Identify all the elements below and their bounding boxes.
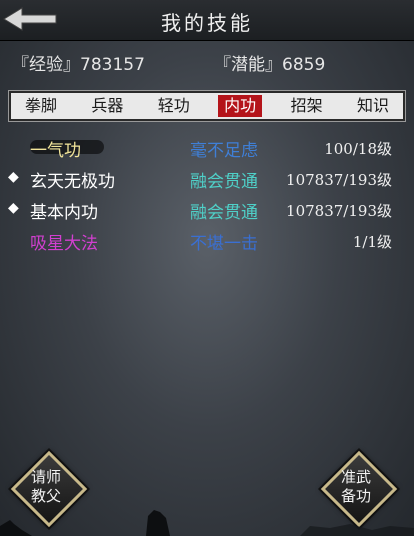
skill-level: 1/1级 [352, 233, 392, 251]
skill-grade: 融会贯通 [190, 203, 258, 223]
tab-knowledge[interactable]: 知识 [351, 95, 395, 117]
skill-row[interactable]: 一气功 毫不足虑 100/18级 [0, 134, 414, 165]
title-bar: 我的技能 [0, 0, 414, 41]
skill-grade: 融会贯通 [190, 172, 258, 192]
stats-bar: 『经验』783157 『潜能』6859 [0, 50, 414, 75]
experience-label: 『经验』 [12, 55, 80, 75]
skill-grade: 毫不足虑 [190, 141, 258, 161]
experience-stat: 『经验』783157 [12, 50, 145, 75]
potential-label: 『潜能』 [214, 55, 282, 75]
skill-name: 吸星大法 [30, 234, 98, 254]
skill-level: 107837/193级 [286, 171, 392, 189]
skill-name: 基本内功 [30, 203, 98, 223]
skill-grade: 不堪一击 [190, 234, 258, 254]
tab-parry[interactable]: 招架 [285, 95, 329, 117]
skill-list: 一气功 毫不足虑 100/18级 ◆ 玄天无极功 融会贯通 107837/193… [0, 134, 414, 258]
ask-master-line1: 请师 [30, 468, 61, 486]
tab-lightness[interactable]: 轻功 [152, 95, 196, 117]
potential-value: 6859 [282, 55, 326, 75]
diamond-bullet-icon: ◆ [8, 200, 19, 216]
tab-weapon[interactable]: 兵器 [85, 95, 129, 117]
skill-category-tabs: 拳脚 兵器 轻功 内功 招架 知识 [8, 90, 406, 122]
tab-fist[interactable]: 拳脚 [19, 95, 63, 117]
skill-row[interactable]: ◆ 基本内功 融会贯通 107837/193级 [0, 196, 414, 227]
skill-row[interactable]: 吸星大法 不堪一击 1/1级 [0, 227, 414, 258]
page-title: 我的技能 [161, 11, 253, 35]
potential-stat: 『潜能』6859 [214, 50, 325, 75]
skill-level: 107837/193级 [286, 202, 392, 220]
prepare-skill-line1: 准武 [340, 468, 371, 486]
tab-internal[interactable]: 内功 [218, 95, 263, 117]
skill-level: 100/18级 [324, 140, 392, 158]
skill-name: 一气功 [30, 141, 81, 161]
diamond-bullet-icon: ◆ [8, 169, 19, 185]
rooftop-silhouette [0, 510, 414, 536]
experience-value: 783157 [80, 55, 145, 75]
skill-name: 玄天无极功 [30, 172, 115, 192]
skill-row[interactable]: ◆ 玄天无极功 融会贯通 107837/193级 [0, 165, 414, 196]
